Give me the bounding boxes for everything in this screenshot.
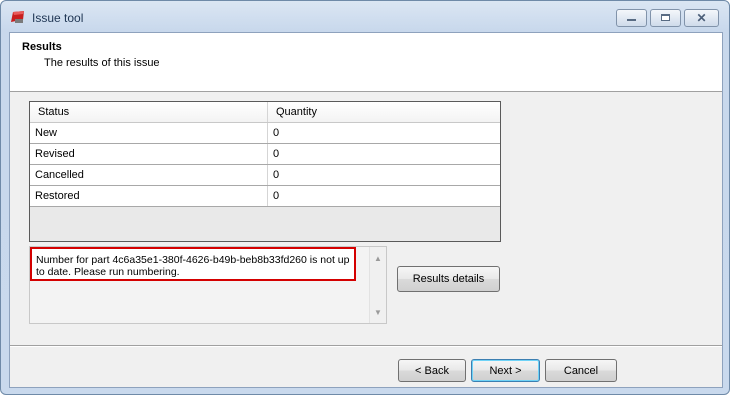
column-header-quantity[interactable]: Quantity <box>267 102 500 122</box>
table-row[interactable]: Restored 0 <box>30 186 500 207</box>
status-cell: Revised <box>35 148 75 160</box>
warning-message: Number for part 4c6a35e1-380f-4626-b49b-… <box>36 254 350 278</box>
maximize-icon <box>661 14 670 21</box>
status-cell: New <box>35 127 58 139</box>
minimize-button[interactable] <box>616 9 647 27</box>
close-button[interactable]: ✕ <box>684 9 719 27</box>
issue-tool-window: Issue tool ✕ Results The results of this… <box>0 0 730 395</box>
window-title: Issue tool <box>32 11 84 25</box>
quantity-cell: 0 <box>267 123 500 143</box>
scroll-up-icon[interactable]: ▲ <box>374 254 382 263</box>
title-bar[interactable]: Issue tool ✕ <box>1 1 729 31</box>
window-controls: ✕ <box>616 9 719 27</box>
table-row[interactable]: Revised 0 <box>30 144 500 165</box>
status-cell: Cancelled <box>35 169 84 181</box>
dialog-client-area: Results The results of this issue Status… <box>9 32 723 388</box>
message-highlight: Number for part 4c6a35e1-380f-4626-b49b-… <box>30 247 356 281</box>
scroll-down-icon[interactable]: ▼ <box>374 308 382 317</box>
page-subtitle: The results of this issue <box>44 57 160 69</box>
cancel-button[interactable]: Cancel <box>545 359 617 382</box>
quantity-cell: 0 <box>267 186 500 206</box>
results-table[interactable]: Status Quantity New 0 Revised 0 Cancelle… <box>29 101 501 242</box>
quantity-cell: 0 <box>267 144 500 164</box>
table-row[interactable]: Cancelled 0 <box>30 165 500 186</box>
footer-divider <box>10 345 722 346</box>
app-icon <box>11 11 24 23</box>
column-header-status[interactable]: Status <box>30 102 267 122</box>
status-cell: Restored <box>35 190 80 202</box>
next-button[interactable]: Next > <box>471 359 540 382</box>
message-textbox[interactable]: Number for part 4c6a35e1-380f-4626-b49b-… <box>29 246 387 324</box>
results-details-button[interactable]: Results details <box>397 266 500 292</box>
wizard-header: Results The results of this issue <box>10 33 722 92</box>
close-icon: ✕ <box>696 11 707 25</box>
vertical-scrollbar[interactable]: ▲ ▼ <box>369 247 386 323</box>
table-row[interactable]: New 0 <box>30 123 500 144</box>
maximize-button[interactable] <box>650 9 681 27</box>
quantity-cell: 0 <box>267 165 500 185</box>
table-header: Status Quantity <box>30 102 500 123</box>
page-title: Results <box>22 41 62 53</box>
minimize-icon <box>627 19 636 21</box>
back-button[interactable]: < Back <box>398 359 466 382</box>
